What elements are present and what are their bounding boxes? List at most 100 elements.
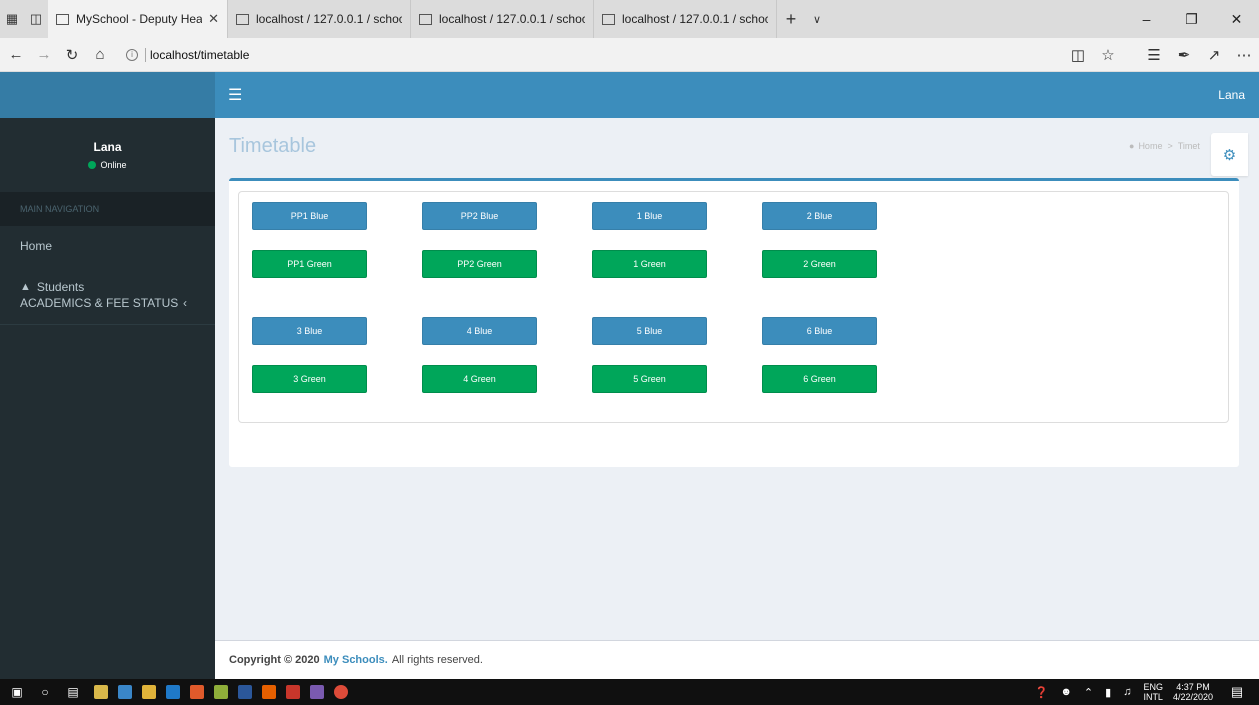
share-icon[interactable]: ↗ bbox=[1199, 46, 1229, 64]
close-window-icon[interactable]: ✕ bbox=[1214, 0, 1259, 38]
firefox-app-icon[interactable] bbox=[262, 685, 276, 699]
clock[interactable]: 4:37 PM 4/22/2020 bbox=[1173, 682, 1213, 702]
grade5-green-button[interactable]: 5 Green bbox=[592, 365, 707, 393]
forward-icon[interactable]: → bbox=[32, 46, 56, 63]
clock-time: 4:37 PM bbox=[1176, 682, 1210, 692]
breadcrumb: ● Home > Timetable bbox=[1129, 141, 1200, 151]
battery-icon[interactable]: ▮ bbox=[1105, 686, 1111, 699]
paint-app-icon[interactable] bbox=[310, 685, 324, 699]
sidebar-item-label: ACADEMICS & FEE STATUS bbox=[20, 296, 179, 310]
dashboard-icon: ● bbox=[1129, 141, 1135, 151]
chevron-up-icon[interactable]: ⌃ bbox=[1084, 686, 1093, 699]
user-panel: Lana Online bbox=[0, 118, 215, 192]
word-app-icon[interactable] bbox=[238, 685, 252, 699]
content-wrapper: Timetable ● Home > Timetable ⚙ PP1 Blue … bbox=[215, 118, 1259, 679]
page-icon bbox=[236, 13, 249, 25]
breadcrumb-home[interactable]: Home bbox=[1138, 141, 1162, 151]
grade3-green-button[interactable]: 3 Green bbox=[252, 365, 367, 393]
page-icon bbox=[56, 13, 69, 25]
sidebar-item-home[interactable]: Home bbox=[0, 226, 215, 266]
pp2-green-button[interactable]: PP2 Green bbox=[422, 250, 537, 278]
grade6-green-button[interactable]: 6 Green bbox=[762, 365, 877, 393]
timetable-box: PP1 Blue PP2 Blue 1 Blue 2 Blue PP1 Gree… bbox=[229, 178, 1239, 467]
windows-taskbar: ▣ ○ ▤ ❓ ☻ ⌃ ▮ ♫ ENG INTL 4:37 PM 4/22/20… bbox=[0, 679, 1259, 705]
pen-icon[interactable]: ✒ bbox=[1169, 46, 1199, 64]
grade1-green-button[interactable]: 1 Green bbox=[592, 250, 707, 278]
home-icon[interactable]: ⌂ bbox=[88, 46, 112, 63]
more-menu-icon[interactable]: ⋯ bbox=[1229, 46, 1259, 64]
grade2-green-button[interactable]: 2 Green bbox=[762, 250, 877, 278]
window-controls: – ❐ ✕ bbox=[1124, 0, 1259, 38]
grade2-blue-button[interactable]: 2 Blue bbox=[762, 202, 877, 230]
close-tab-icon[interactable]: ✕ bbox=[208, 11, 219, 27]
browser-tab-active[interactable]: MySchool - Deputy Hea ✕ bbox=[48, 0, 228, 38]
clock-date: 4/22/2020 bbox=[1172, 692, 1213, 702]
pp1-green-button[interactable]: PP1 Green bbox=[252, 250, 367, 278]
nav-header: MAIN NAVIGATION bbox=[0, 192, 215, 226]
chrome-app-icon[interactable] bbox=[334, 685, 348, 699]
browser-tab[interactable]: localhost / 127.0.0.1 / schoc bbox=[594, 0, 777, 38]
page-icon bbox=[602, 13, 615, 25]
address-bar-actions: ◫ ☆ ☰ ✒ ↗ ⋯ bbox=[1063, 46, 1259, 64]
reading-view-icon[interactable]: ◫ bbox=[1063, 46, 1093, 64]
store-app-icon[interactable] bbox=[94, 685, 108, 699]
lang-layout: INTL bbox=[1143, 692, 1163, 702]
grade1-blue-button[interactable]: 1 Blue bbox=[592, 202, 707, 230]
restore-icon[interactable]: ❐ bbox=[1169, 0, 1214, 38]
pp2-blue-button[interactable]: PP2 Blue bbox=[422, 202, 537, 230]
help-icon[interactable]: ❓ bbox=[1035, 686, 1049, 699]
pp1-blue-button[interactable]: PP1 Blue bbox=[252, 202, 367, 230]
search-icon[interactable]: ○ bbox=[34, 684, 56, 700]
office-app-icon[interactable] bbox=[190, 685, 204, 699]
gear-icon[interactable]: ⚙ bbox=[1211, 133, 1248, 176]
windows-start-icon[interactable]: ▣ bbox=[6, 684, 28, 700]
refresh-icon[interactable]: ↻ bbox=[60, 46, 84, 64]
minimize-icon[interactable]: – bbox=[1124, 0, 1169, 38]
notification-icon[interactable]: ▤ bbox=[1227, 684, 1247, 700]
grade6-blue-button[interactable]: 6 Blue bbox=[762, 317, 877, 345]
graduation-cap-icon: ▲ bbox=[20, 281, 31, 293]
grade5-blue-button[interactable]: 5 Blue bbox=[592, 317, 707, 345]
edge-browser-icon[interactable] bbox=[166, 685, 180, 699]
grade4-blue-button[interactable]: 4 Blue bbox=[422, 317, 537, 345]
tab-title: MySchool - Deputy Hea bbox=[76, 12, 203, 26]
brand-link[interactable]: My Schools. bbox=[324, 654, 388, 666]
status-text: Online bbox=[100, 160, 127, 170]
xampp-app-icon[interactable] bbox=[286, 685, 300, 699]
breadcrumb-separator: > bbox=[1167, 141, 1173, 151]
people-icon[interactable]: ☻ bbox=[1060, 686, 1072, 698]
info-icon[interactable]: i bbox=[126, 48, 138, 61]
chevron-left-icon: ‹ bbox=[183, 296, 187, 310]
grade4-green-button[interactable]: 4 Green bbox=[422, 365, 537, 393]
breadcrumb-current: Timetable bbox=[1177, 141, 1200, 151]
mail-app-icon[interactable] bbox=[118, 685, 132, 699]
online-dot-icon bbox=[88, 161, 97, 169]
tab-title: localhost / 127.0.0.1 / schoc bbox=[256, 12, 402, 26]
user-status: Online bbox=[88, 160, 127, 170]
tab-preview-icon[interactable]: ▦ bbox=[0, 0, 24, 38]
back-icon[interactable]: ← bbox=[4, 46, 28, 63]
user-name: Lana bbox=[93, 140, 122, 154]
user-menu[interactable]: Lana bbox=[1218, 88, 1245, 102]
language-indicator[interactable]: ENG INTL bbox=[1143, 682, 1163, 702]
set-aside-tabs-icon[interactable]: ◫ bbox=[24, 0, 48, 38]
new-tab-icon[interactable]: + bbox=[777, 0, 805, 38]
sidebar-item-label: Students bbox=[36, 280, 85, 294]
volume-icon[interactable]: ♫ bbox=[1123, 686, 1131, 698]
favorites-list-icon[interactable]: ☰ bbox=[1139, 46, 1169, 64]
url-field[interactable]: i localhost/timetable bbox=[126, 47, 249, 62]
browser-tab[interactable]: localhost / 127.0.0.1 / schoc bbox=[228, 0, 411, 38]
notepad-app-icon[interactable] bbox=[214, 685, 228, 699]
task-view-icon[interactable]: ▤ bbox=[62, 684, 84, 700]
file-explorer-icon[interactable] bbox=[142, 685, 156, 699]
grade3-blue-button[interactable]: 3 Blue bbox=[252, 317, 367, 345]
favorite-star-icon[interactable]: ☆ bbox=[1093, 46, 1123, 64]
chevron-down-icon[interactable]: ∨ bbox=[805, 0, 829, 38]
sidebar-item-students[interactable]: ▲ Students ACADEMICS & FEE STATUS ‹ bbox=[0, 266, 215, 325]
system-tray: ❓ ☻ ⌃ ▮ ♫ ENG INTL 4:37 PM 4/22/2020 ▤ bbox=[1035, 682, 1259, 702]
logo-area bbox=[0, 72, 215, 118]
browser-tab[interactable]: localhost / 127.0.0.1 / schoc bbox=[411, 0, 594, 38]
academics-row: ACADEMICS & FEE STATUS ‹ bbox=[20, 296, 215, 310]
timetable-buttons-panel: PP1 Blue PP2 Blue 1 Blue 2 Blue PP1 Gree… bbox=[238, 191, 1229, 423]
sidebar-toggle-icon[interactable]: ☰ bbox=[228, 85, 242, 105]
